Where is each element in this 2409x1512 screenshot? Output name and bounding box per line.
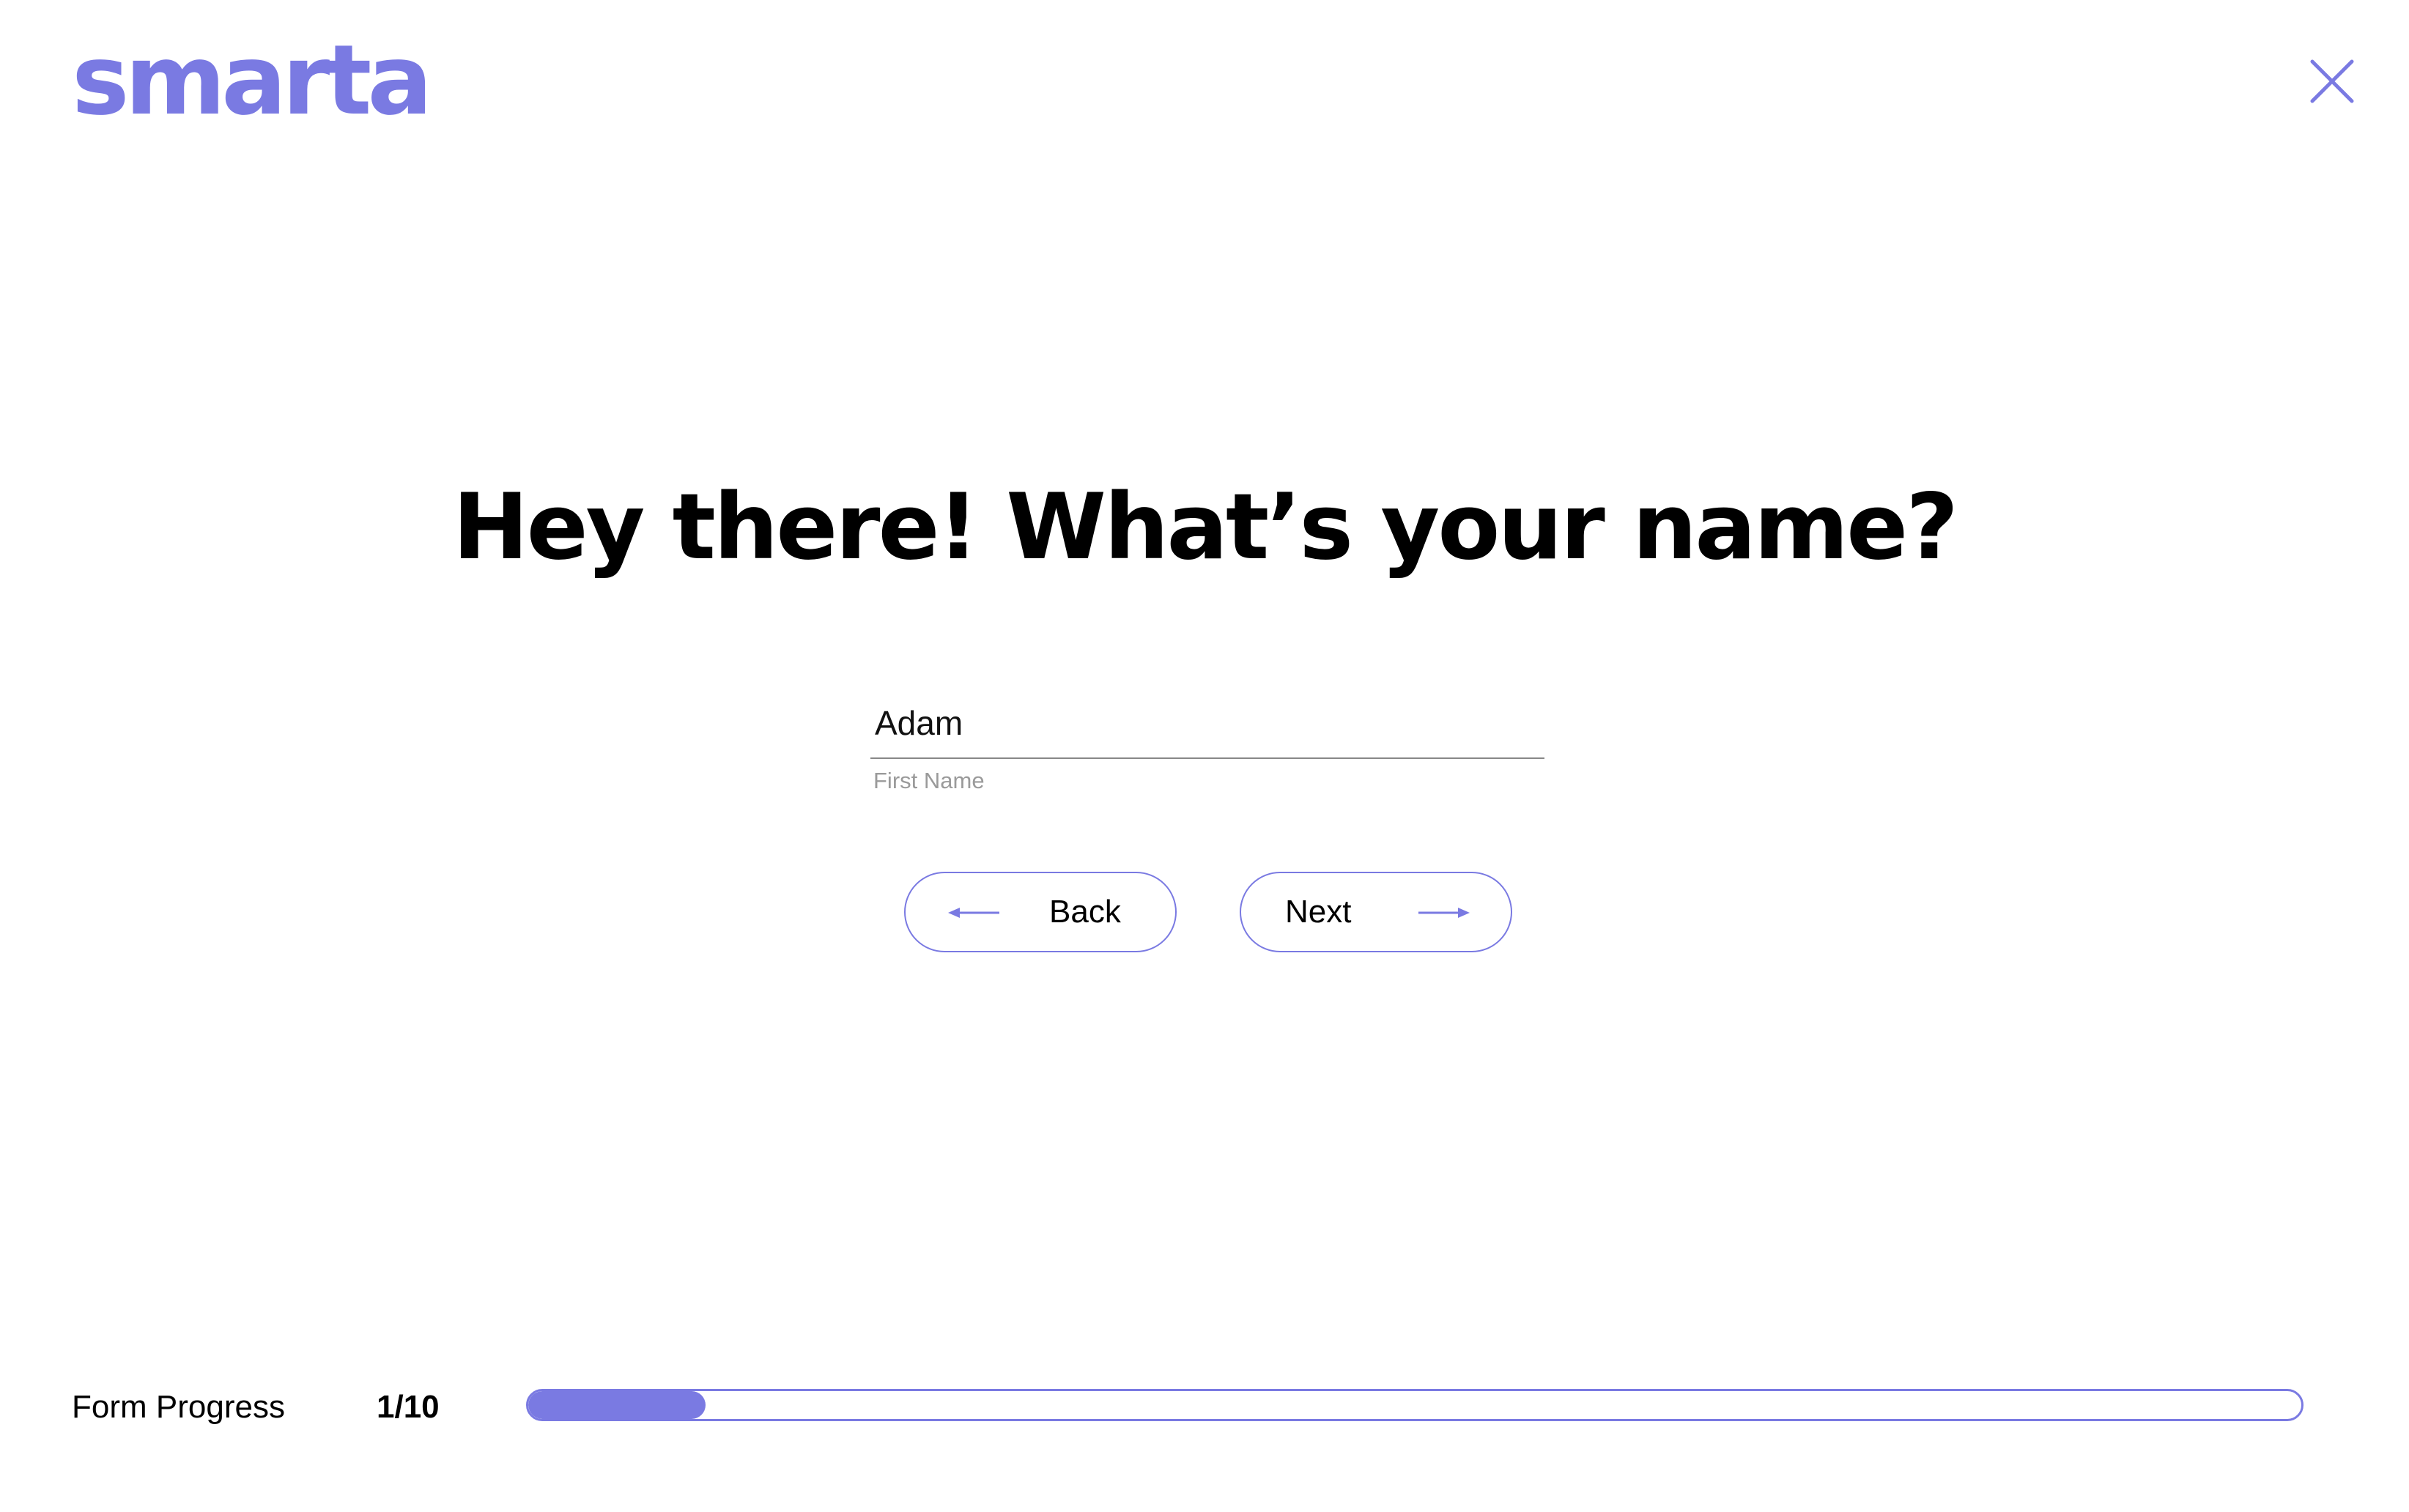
first-name-input[interactable] — [870, 689, 1544, 759]
back-button[interactable]: Back — [904, 872, 1177, 952]
progress-bar-fill — [528, 1391, 706, 1419]
arrow-right-icon — [1417, 905, 1470, 920]
progress-label: Form Progress — [72, 1389, 285, 1425]
close-icon — [2308, 57, 2356, 105]
arrow-left-icon — [948, 905, 1001, 920]
first-name-field: First Name — [870, 689, 1544, 794]
brand-logo: smarta — [72, 24, 432, 137]
next-button[interactable]: Next — [1240, 872, 1512, 952]
page-title: Hey there! What’s your name? — [452, 475, 1958, 580]
progress-bar — [526, 1389, 2303, 1421]
back-button-label: Back — [1049, 894, 1121, 930]
close-button[interactable] — [2308, 57, 2356, 105]
progress-count: 1/10 — [377, 1389, 440, 1425]
next-button-label: Next — [1285, 894, 1352, 930]
first-name-label: First Name — [873, 768, 985, 793]
